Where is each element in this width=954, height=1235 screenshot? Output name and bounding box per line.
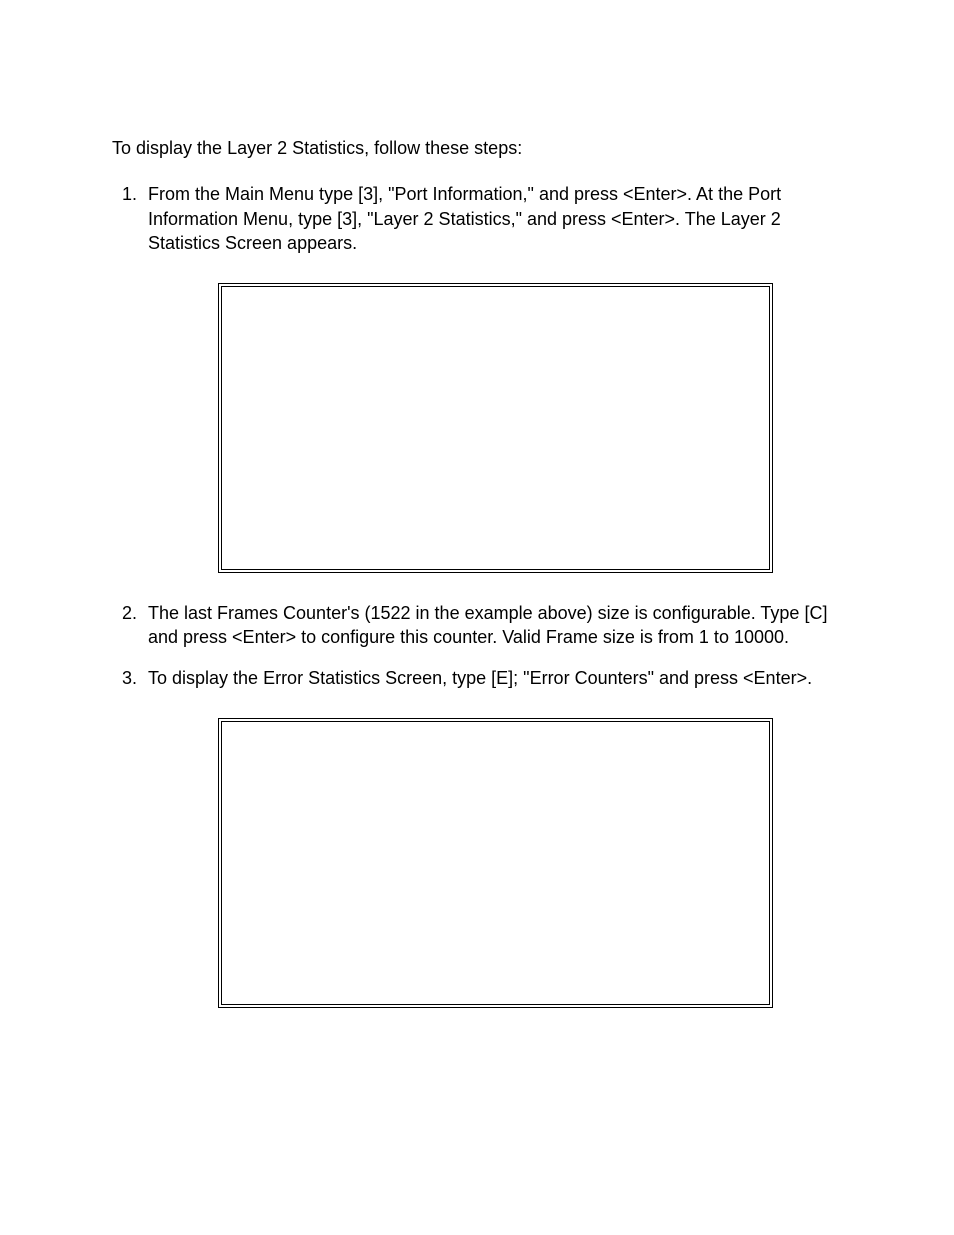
layer2-statistics-screen-placeholder <box>218 283 773 573</box>
error-statistics-screen-placeholder <box>218 718 773 1008</box>
intro-paragraph: To display the Layer 2 Statistics, follo… <box>112 136 842 160</box>
step-3-key-1: E <box>496 668 508 688</box>
step-3-text-b: ]; "Error Counters" and press <Enter>. <box>508 668 812 688</box>
step-1-text-a: From the Main Menu type [ <box>148 184 363 204</box>
step-2-text-a: The last Frames Counter's (1522 in the e… <box>148 603 809 623</box>
step-3-text-a: To display the Error Statistics Screen, … <box>148 668 496 688</box>
step-1-key-1: 3 <box>363 184 373 204</box>
step-1-key-2: 3 <box>342 209 352 229</box>
step-2: The last Frames Counter's (1522 in the e… <box>142 601 842 650</box>
steps-list: From the Main Menu type [3], "Port Infor… <box>112 182 842 1008</box>
step-3: To display the Error Statistics Screen, … <box>142 666 842 1008</box>
step-2-key-1: C <box>809 603 822 623</box>
document-page: To display the Layer 2 Statistics, follo… <box>0 0 954 1235</box>
step-1: From the Main Menu type [3], "Port Infor… <box>142 182 842 573</box>
